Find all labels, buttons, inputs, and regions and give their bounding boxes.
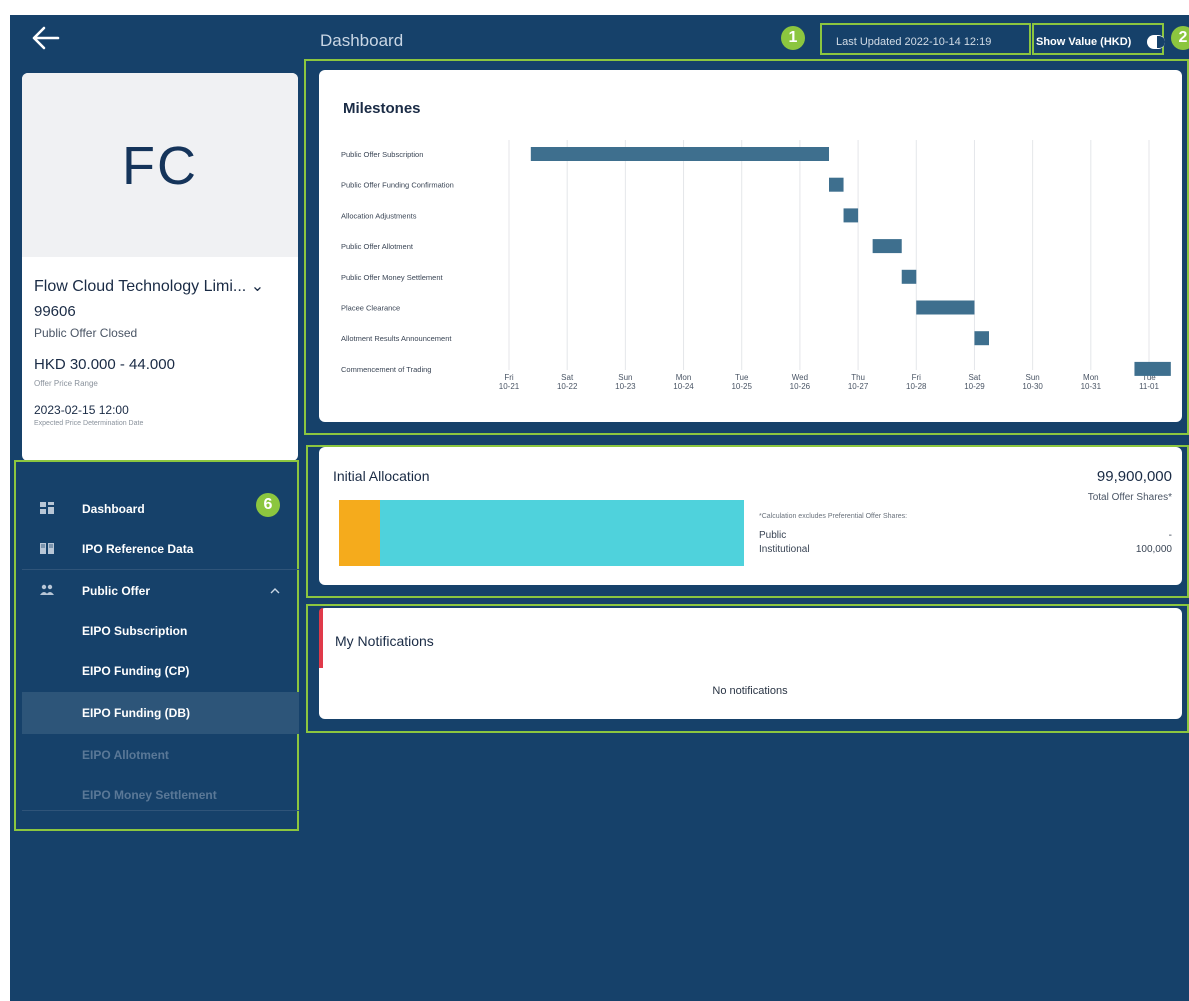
- offer-price-range: HKD 30.000 - 44.000: [34, 356, 175, 373]
- task-label: Public Offer Subscription: [341, 150, 423, 159]
- initial-allocation-title: Initial Allocation: [333, 468, 430, 484]
- sidebar-item-label: Public Offer: [82, 584, 151, 598]
- sidebar-item-label: EIPO Subscription: [82, 624, 188, 638]
- total-offer-shares-value: 99,900,000: [1096, 468, 1172, 485]
- sidebar-item-label: Dashboard: [82, 502, 145, 516]
- x-tick-label: 10-30: [1022, 382, 1043, 391]
- notifications-panel: My Notifications No notifications: [319, 608, 1182, 719]
- sidebar-item-eipo-money-settlement[interactable]: EIPO Money Settlement: [22, 776, 299, 814]
- task-bar: [901, 269, 917, 284]
- stock-code: 99606: [34, 303, 76, 320]
- dashboard-grid-icon: [40, 502, 54, 514]
- task-bar: [829, 177, 844, 192]
- last-updated-text: Last Updated 2022-10-14 12:19: [836, 36, 992, 48]
- x-tick-label: Tue: [735, 373, 749, 382]
- back-arrow-icon[interactable]: [28, 23, 68, 53]
- x-tick-label: 10-24: [673, 382, 694, 391]
- x-tick-label: Wed: [792, 373, 808, 382]
- nav-divider: [22, 810, 299, 811]
- task-bar: [1134, 361, 1171, 376]
- x-tick-label: Mon: [676, 373, 692, 382]
- annotation-badge-2: 2: [1171, 26, 1189, 50]
- task-label: Allocation Adjustments: [341, 211, 417, 220]
- sidebar-item-eipo-subscription[interactable]: EIPO Subscription: [22, 612, 299, 650]
- x-tick-label: 10-29: [964, 382, 985, 391]
- x-tick-label: 10-25: [731, 382, 752, 391]
- total-offer-shares-label: Total Offer Shares*: [1087, 492, 1172, 503]
- company-logo-text: FC: [122, 136, 198, 196]
- task-label: Placee Clearance: [341, 304, 400, 313]
- x-tick-label: Sun: [1026, 373, 1040, 382]
- task-label: Commencement of Trading: [341, 365, 431, 374]
- nav-divider: [22, 569, 299, 570]
- x-tick-label: Thu: [851, 373, 865, 382]
- x-tick-label: 10-23: [615, 382, 636, 391]
- allocation-segment-institutional: [379, 500, 744, 566]
- x-tick-label: 10-22: [557, 382, 578, 391]
- allocation-row-label: Public: [759, 530, 787, 541]
- page-title: Dashboard: [320, 31, 404, 50]
- allocation-row-value: 100,000: [1135, 544, 1172, 555]
- price-determination-date-caption: Expected Price Determination Date: [34, 420, 144, 427]
- book-icon: [40, 543, 54, 554]
- offer-status: Public Offer Closed: [34, 326, 138, 340]
- allocation-bar: [339, 500, 744, 566]
- sidebar-item-ipo-reference-data[interactable]: IPO Reference Data: [22, 530, 299, 568]
- sidebar-item-label: EIPO Funding (DB): [82, 706, 190, 720]
- sidebar-item-label: EIPO Funding (CP): [82, 664, 190, 678]
- show-value-toggle[interactable]: [1147, 35, 1165, 49]
- x-tick-label: Sat: [968, 373, 981, 382]
- app-window: Dashboard 1 Last Updated 2022-10-14 12:1…: [10, 15, 1189, 1001]
- company-card: FC Flow Cloud Technology Limi... ⌄ 99606…: [22, 73, 298, 461]
- sidebar-item-eipo-funding-db[interactable]: EIPO Funding (DB): [22, 692, 299, 734]
- x-tick-label: 10-21: [499, 382, 520, 391]
- milestones-gantt-chart: Fri10-21Sat10-22Sun10-23Mon10-24Tue10-25…: [341, 140, 1171, 391]
- x-tick-label: Sun: [618, 373, 632, 382]
- allocation-note: *Calculation excludes Preferential Offer…: [759, 513, 908, 520]
- x-tick-label: 10-28: [906, 382, 927, 391]
- annotation-badge-1: 1: [781, 26, 805, 50]
- price-determination-date: 2023-02-15 12:00: [34, 403, 129, 417]
- task-label: Allotment Results Announcement: [341, 334, 452, 343]
- x-tick-label: 10-26: [790, 382, 811, 391]
- initial-allocation-panel: Initial Allocation 99,900,000 Total Offe…: [319, 447, 1182, 585]
- x-tick-label: Fri: [504, 373, 514, 382]
- x-tick-label: 10-31: [1081, 382, 1102, 391]
- notifications-title: My Notifications: [335, 633, 434, 649]
- task-bar: [916, 300, 975, 315]
- sidebar-item-label: EIPO Money Settlement: [82, 788, 217, 802]
- sidebar-item-label: IPO Reference Data: [82, 542, 194, 556]
- show-value-label: Show Value (HKD): [1036, 36, 1132, 48]
- sidebar-item-label: EIPO Allotment: [82, 748, 169, 762]
- task-bar: [872, 239, 902, 254]
- allocation-row-value: -: [1168, 530, 1172, 541]
- x-tick-label: 11-01: [1139, 382, 1159, 391]
- x-tick-label: Fri: [912, 373, 922, 382]
- company-selector[interactable]: Flow Cloud Technology Limi... ⌄: [34, 276, 264, 296]
- chevron-up-icon[interactable]: [270, 587, 280, 594]
- no-notifications-text: No notifications: [712, 685, 788, 697]
- x-tick-label: 10-27: [848, 382, 869, 391]
- task-label: Public Offer Allotment: [341, 242, 414, 251]
- allocation-segment-public: [339, 500, 380, 566]
- notification-accent-bar: [319, 608, 323, 668]
- milestones-panel: Milestones Fri 10-21 Sat 10-22 Sun 10-23 Mon 10…: [319, 70, 1182, 422]
- task-bar: [974, 331, 989, 346]
- task-label: Public Offer Money Settlement: [341, 273, 443, 282]
- task-label: Public Offer Funding Confirmation: [341, 181, 454, 190]
- task-bar: [530, 147, 829, 161]
- sidebar-item-eipo-allotment[interactable]: EIPO Allotment: [22, 736, 299, 774]
- task-bar: [843, 208, 859, 223]
- sidebar-item-dashboard[interactable]: Dashboard: [22, 490, 299, 528]
- sidebar-item-public-offer[interactable]: Public Offer: [22, 572, 299, 610]
- offer-price-range-caption: Offer Price Range: [34, 379, 98, 388]
- sidebar-item-eipo-funding-cp[interactable]: EIPO Funding (CP): [22, 652, 299, 690]
- allocation-row-label: Institutional: [759, 544, 810, 555]
- x-tick-label: Sat: [561, 373, 574, 382]
- x-tick-label: Mon: [1083, 373, 1099, 382]
- people-icon: [40, 584, 54, 595]
